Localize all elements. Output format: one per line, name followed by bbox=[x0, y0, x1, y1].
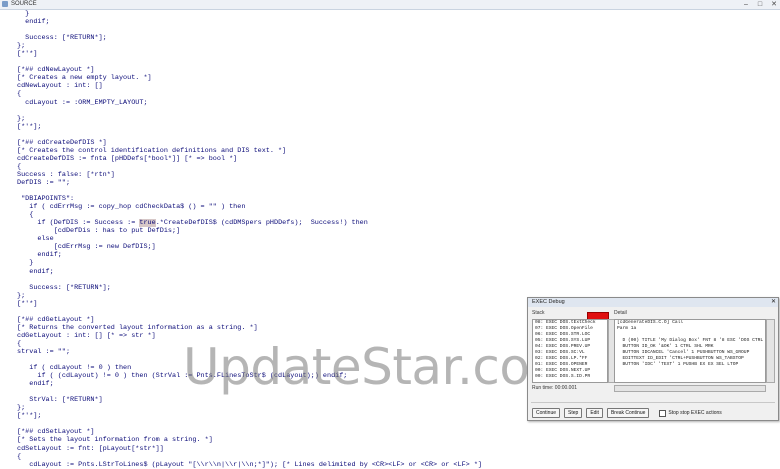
code-line[interactable]: Success: [*RETURN*]; bbox=[17, 284, 482, 292]
code-line[interactable]: [*## cdGetLayout *] bbox=[17, 316, 482, 324]
code-line[interactable]: { bbox=[17, 163, 482, 171]
detail-label: Detail bbox=[614, 310, 627, 316]
code-line[interactable]: "DBIAPOINTS": bbox=[17, 195, 482, 203]
code-line[interactable] bbox=[17, 58, 482, 66]
code-line[interactable]: [*'*]; bbox=[17, 412, 482, 420]
stack-item[interactable]: 00: EXEC DOS.S.ID.PR bbox=[533, 374, 607, 380]
continue-button[interactable]: Continue bbox=[532, 408, 561, 418]
minimize-button[interactable]: – bbox=[742, 0, 750, 9]
code-line[interactable]: endif; bbox=[17, 18, 482, 26]
code-line[interactable]: [* Creates a new empty layout. *] bbox=[17, 74, 482, 82]
stack-list[interactable]: 08: EXEC DOS.tExtCheck 07: EXEC DOS.OpenF… bbox=[532, 319, 608, 383]
code-line[interactable]: if ( cdErrMsg := copy_hop cdCheckData$ (… bbox=[17, 203, 482, 211]
code-line[interactable]: }; bbox=[17, 404, 482, 412]
code-line[interactable]: else bbox=[17, 235, 482, 243]
highlighted-token: true bbox=[139, 219, 156, 228]
step-button[interactable]: Step bbox=[564, 408, 583, 418]
code-line[interactable]: [* Returns the converted layout informat… bbox=[17, 324, 482, 332]
debug-dialog-titlebar: EXEC Debug ✕ bbox=[528, 298, 778, 307]
debug-dialog: EXEC Debug ✕ Stack Detail 08: EXEC DOS.t… bbox=[527, 297, 779, 421]
code-line[interactable]: [cdErrMsg := new DefDIS;] bbox=[17, 243, 482, 251]
code-line[interactable]: [*'*] bbox=[17, 300, 482, 308]
code-line[interactable]: [* Sets the layout information from a st… bbox=[17, 436, 482, 444]
code-line[interactable]: } bbox=[17, 10, 482, 18]
edit-button[interactable]: Edit bbox=[586, 408, 603, 418]
code-text[interactable]: } endif; Success: [*RETURN*];}; [*'*] [*#… bbox=[17, 10, 482, 469]
code-line[interactable] bbox=[17, 308, 482, 316]
app-icon bbox=[2, 1, 8, 7]
code-line[interactable] bbox=[17, 107, 482, 115]
checkbox-box[interactable] bbox=[659, 409, 667, 417]
code-line[interactable]: cdCreateDefDIS := fnta [pHDDefs[*bool*]]… bbox=[17, 155, 482, 163]
code-line[interactable]: cdLayout := :ORM_EMPTY_LAYOUT; bbox=[17, 99, 482, 107]
code-line[interactable] bbox=[17, 276, 482, 284]
code-line[interactable] bbox=[17, 131, 482, 139]
stop-exec-checkbox[interactable]: Stop stop EXEC actions bbox=[659, 409, 722, 417]
maximize-button[interactable]: □ bbox=[756, 0, 764, 9]
run-time-status: Run time: 00:00.001 bbox=[532, 385, 578, 391]
code-line[interactable]: endif; bbox=[17, 251, 482, 259]
break-continue-button[interactable]: Break Continue bbox=[606, 408, 650, 418]
code-line[interactable]: { bbox=[17, 90, 482, 98]
code-line[interactable]: if (DefDIS := Success := true.*CreateDef… bbox=[17, 219, 482, 228]
code-line[interactable]: { bbox=[17, 211, 482, 219]
code-line[interactable]: cdNewLayout : int: [] bbox=[17, 82, 482, 90]
detail-list[interactable]: [cdGenerateDIS.C.O] Call Parm 1a D (00) T… bbox=[614, 319, 766, 383]
code-line[interactable]: [cdDefDis : has to put DefDis;] bbox=[17, 227, 482, 235]
window-title: SOURCE bbox=[11, 1, 37, 7]
code-line[interactable]: [* Creates the control identification de… bbox=[17, 147, 482, 155]
code-line[interactable]: endif; bbox=[17, 268, 482, 276]
code-line[interactable]: } bbox=[17, 259, 482, 267]
window-titlebar: SOURCE – □ ✕ bbox=[0, 0, 780, 10]
code-line[interactable]: cdLayout := Pnts.LStrToLines$ (pLayout "… bbox=[17, 461, 482, 469]
code-line[interactable]: cdSetLayout := fnt: [pLayout[*str*]] bbox=[17, 445, 482, 453]
code-line[interactable]: [*## cdSetLayout *] bbox=[17, 428, 482, 436]
debug-buttons: Continue Step Edit Break Continue Stop s… bbox=[532, 408, 722, 418]
code-line[interactable]: }; bbox=[17, 115, 482, 123]
close-icon[interactable]: ✕ bbox=[771, 298, 776, 307]
code-line[interactable]: Success: [*RETURN*]; bbox=[17, 34, 482, 42]
code-line[interactable]: [*## cdCreateDefDIS *] bbox=[17, 139, 482, 147]
divider bbox=[531, 402, 775, 403]
code-line[interactable]: DefDIS := ""; bbox=[17, 179, 482, 187]
code-line[interactable]: Success : false: [*rtn*] bbox=[17, 171, 482, 179]
window-controls: – □ ✕ bbox=[742, 0, 778, 9]
code-line[interactable] bbox=[17, 187, 482, 195]
code-line[interactable]: { bbox=[17, 453, 482, 461]
watermark: UpdateStar.com bbox=[183, 338, 578, 396]
code-line[interactable]: [*'*] bbox=[17, 50, 482, 58]
code-line[interactable]: }; bbox=[17, 292, 482, 300]
code-line[interactable]: }; bbox=[17, 42, 482, 50]
stack-label: Stack bbox=[532, 310, 545, 316]
code-line[interactable]: [*'*]; bbox=[17, 123, 482, 131]
detail-scrollbar[interactable] bbox=[766, 319, 775, 383]
checkbox-label: Stop stop EXEC actions bbox=[668, 410, 722, 416]
close-button[interactable]: ✕ bbox=[770, 0, 778, 9]
code-line[interactable]: [*## cdNewLayout *] bbox=[17, 66, 482, 74]
debug-dialog-title: EXEC Debug bbox=[532, 299, 565, 305]
detail-item: BUTTON 'IDC' 'TEXT' 1 PUSHB EX EX SEL LT… bbox=[617, 362, 739, 367]
code-line[interactable]: StrVal: [*RETURN*] bbox=[17, 396, 482, 404]
code-line[interactable] bbox=[17, 26, 482, 34]
detail-hscrollbar[interactable] bbox=[614, 385, 766, 392]
